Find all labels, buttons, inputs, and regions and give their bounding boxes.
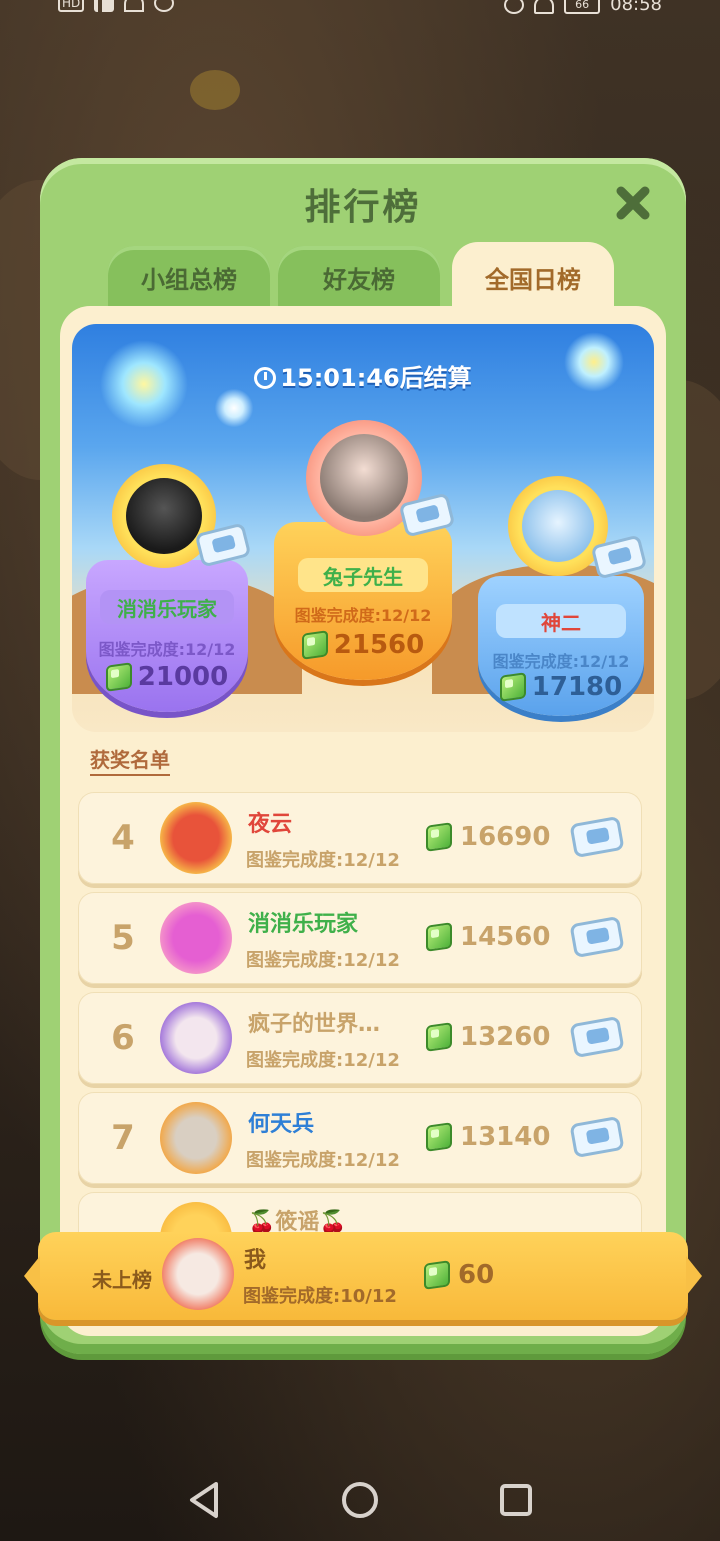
status-left: HD (58, 0, 175, 12)
wifi-icon (124, 0, 145, 12)
podium-progress: 图鉴完成度:12/12 (98, 640, 236, 659)
gem-icon (301, 630, 328, 660)
podium-third[interactable]: 神二 图鉴完成度:12/12 17180 (474, 474, 648, 730)
podium-score: 17180 (474, 672, 648, 702)
avatar (160, 1002, 232, 1074)
gem-icon (499, 672, 526, 702)
player-name: 消消乐玩家 (248, 912, 359, 937)
podium-score-value: 17180 (531, 672, 623, 702)
rank-number: 4 (111, 818, 135, 858)
gift-box-icon (569, 815, 625, 859)
podium-score: 21000 (82, 662, 252, 692)
podium-progress: 图鉴完成度:12/12 (294, 606, 432, 625)
gem-icon (424, 1260, 450, 1290)
podium-first[interactable]: 兔子先生 图鉴完成度:12/12 21560 (272, 410, 456, 690)
chat-icon (154, 0, 175, 12)
player-score: 13260 (426, 1022, 550, 1052)
player-name: 疯子的世界… (248, 1012, 381, 1037)
player-score-value: 13140 (460, 1122, 551, 1152)
podium-scene: 15:01:46后结算 消消乐玩家 图鉴完成度:12/12 21000 兔子先生… (72, 324, 654, 732)
hd-badge: HD (58, 0, 85, 12)
player-score: 16690 (426, 822, 550, 852)
nav-home-button[interactable] (332, 1472, 388, 1528)
gem-icon (426, 922, 452, 952)
player-score: 13140 (426, 1122, 550, 1152)
gift-box-icon (569, 915, 625, 959)
podium-score-value: 21000 (137, 662, 229, 692)
countdown-timer: 15:01:46后结算 (72, 358, 654, 393)
my-rank-status: 未上榜 (92, 1268, 152, 1292)
player-progress: 图鉴完成度:12/12 (246, 1150, 400, 1171)
my-rank-bar[interactable]: 未上榜 我 图鉴完成度:10/12 60 (24, 1232, 702, 1320)
list-item[interactable]: 4 夜云 图鉴完成度:12/12 16690 (78, 792, 642, 884)
recent-square-icon (500, 1484, 532, 1516)
my-progress: 图鉴完成度:10/12 (243, 1286, 397, 1307)
player-name: 何天兵 (248, 1112, 315, 1137)
list-item[interactable]: 7 何天兵 图鉴完成度:12/12 13140 (78, 1092, 642, 1184)
player-name: 夜云 (248, 812, 293, 837)
close-button[interactable] (610, 180, 656, 226)
player-score-value: 16690 (460, 822, 551, 852)
podium-second[interactable]: 消消乐玩家 图鉴完成度:12/12 21000 (82, 462, 252, 722)
my-score: 60 (424, 1260, 494, 1290)
podium-score: 21560 (272, 630, 454, 660)
gem-icon (426, 1122, 452, 1152)
winners-list-label: 获奖名单 (90, 744, 170, 776)
rank-number: 6 (111, 1018, 135, 1058)
my-name: 我 (244, 1248, 267, 1273)
gem-icon (105, 662, 132, 692)
player-score-value: 14560 (460, 922, 551, 952)
list-item[interactable]: 5 消消乐玩家 图鉴完成度:12/12 14560 (78, 892, 642, 984)
rank-number: 5 (111, 918, 135, 958)
gem-icon (426, 1022, 452, 1052)
my-score-value: 60 (458, 1260, 495, 1290)
player-progress: 图鉴完成度:12/12 (246, 850, 400, 871)
avatar (160, 1102, 232, 1174)
countdown-text: 15:01:46后结算 (280, 364, 472, 392)
podium-score-value: 21560 (333, 630, 425, 660)
player-score-value: 13260 (460, 1022, 551, 1052)
clock-time: 08:58 (610, 0, 662, 15)
system-nav-bar (0, 1460, 720, 1540)
home-circle-icon (342, 1482, 378, 1518)
podium-name: 消消乐玩家 (100, 590, 234, 624)
nav-recent-button[interactable] (488, 1472, 544, 1528)
rank-number: 7 (111, 1118, 135, 1158)
battery-icon: 66 (564, 0, 601, 14)
list-item[interactable]: 6 疯子的世界… 图鉴完成度:12/12 13260 (78, 992, 642, 1084)
gem-icon (426, 822, 452, 852)
avatar (162, 1238, 234, 1310)
nav-back-button[interactable] (176, 1472, 232, 1528)
status-right: 66 08:58 (504, 0, 662, 15)
podium-name: 神二 (496, 604, 626, 638)
panel-title: 排行榜 (304, 187, 422, 228)
podium-name: 兔子先生 (298, 558, 428, 592)
player-progress: 图鉴完成度:12/12 (246, 950, 400, 971)
avatar (320, 434, 408, 522)
player-progress: 图鉴完成度:12/12 (246, 1050, 400, 1071)
avatar (160, 902, 232, 974)
alarm-icon (504, 0, 525, 14)
status-bar: HD 66 08:58 (0, 0, 720, 22)
tab-friends[interactable]: 好友榜 (278, 246, 440, 308)
podium-progress: 图鉴完成度:12/12 (492, 652, 630, 671)
avatar (126, 478, 202, 554)
leaderboard-content: 15:01:46后结算 消消乐玩家 图鉴完成度:12/12 21000 兔子先生… (60, 306, 666, 1336)
tab-national-daily[interactable]: 全国日榜 (452, 242, 614, 312)
mute-icon (534, 0, 555, 14)
avatar (522, 490, 594, 562)
back-triangle-icon (190, 1482, 218, 1518)
gift-box-icon (569, 1115, 625, 1159)
tab-group-total[interactable]: 小组总榜 (108, 246, 270, 308)
signal-icon (94, 0, 115, 12)
player-score: 14560 (426, 922, 550, 952)
clock-icon (254, 367, 277, 389)
gift-box-icon (569, 1015, 625, 1059)
leaderboard-panel: 排行榜 小组总榜 好友榜 全国日榜 15:01:46后结算 消消乐玩家 图鉴完成… (40, 158, 686, 1354)
avatar (160, 802, 232, 874)
close-icon (616, 186, 650, 220)
